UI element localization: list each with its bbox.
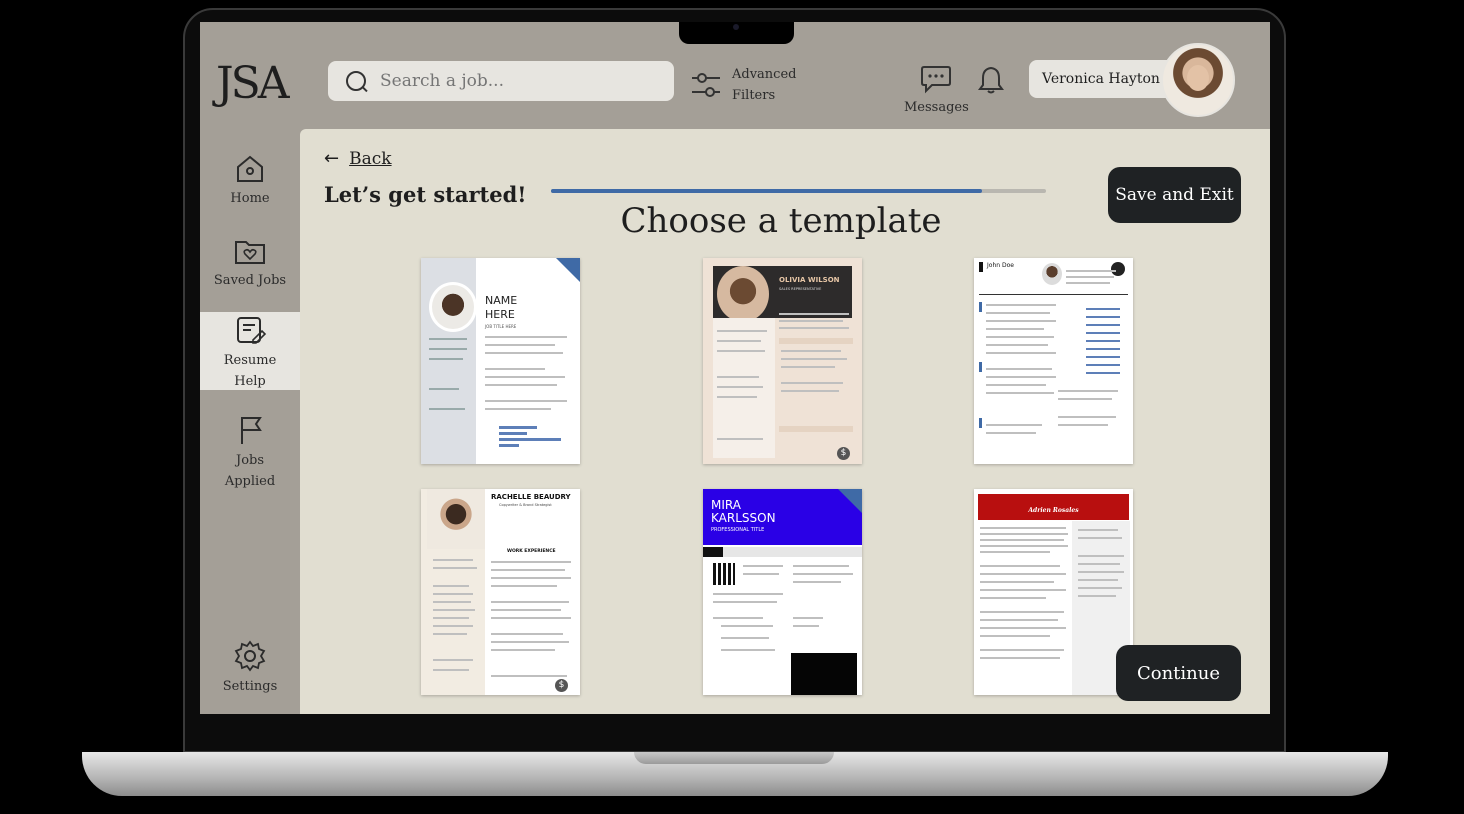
template-card-5[interactable]: MIRA KARLSSON PROFESSIONAL TITLE	[703, 489, 862, 695]
sliders-icon	[692, 73, 720, 97]
advanced-filters-button[interactable]: Advanced Filters	[690, 64, 796, 106]
camera-icon	[733, 24, 739, 30]
resume-edit-icon	[237, 317, 267, 344]
template-card-2[interactable]: OLIVIA WILSON SALES REPRESENTATIVE $	[703, 258, 862, 464]
flag-icon	[241, 417, 262, 444]
heart-folder-icon	[235, 241, 265, 264]
sidebar-item-label: Home	[230, 191, 270, 206]
main-panel: ← Back Let’s get started! Save and Exit …	[300, 129, 1270, 714]
back-label: Back	[349, 148, 392, 169]
gear-icon	[234, 640, 266, 672]
template-subtitle: SALES REPRESENTATIVE	[779, 287, 822, 291]
sidebar-item-label: Settings	[222, 679, 278, 694]
template-name-line1: NAME	[485, 294, 518, 307]
dollar-badge-icon: $	[555, 679, 568, 692]
laptop-base-notch	[634, 752, 834, 764]
back-link[interactable]: ← Back	[324, 148, 392, 169]
template-card-6[interactable]: Adrien Rosales	[974, 489, 1133, 695]
progress-fill	[551, 189, 982, 193]
template-name: RACHELLE BEAUDRY	[491, 493, 571, 501]
filters-label-line2: Filters	[732, 88, 776, 103]
avatar[interactable]	[1161, 43, 1235, 117]
template-subtitle: Copywriter & Brand Strategist	[499, 503, 552, 507]
notifications-button[interactable]	[976, 65, 1006, 99]
messages-label: Messages	[904, 100, 969, 115]
zoom-icon	[1111, 262, 1125, 276]
template-section-title: WORK EXPERIENCE	[507, 549, 556, 554]
premium-badge-icon	[838, 489, 862, 513]
app-screen: JSA Advanced Filters Messages Veronica H…	[200, 22, 1270, 714]
progress-bar	[551, 189, 1046, 193]
sidebar-item-label: Jobs	[235, 453, 265, 468]
user-name: Veronica Hayton	[1042, 71, 1160, 87]
template-name: John Doe	[987, 262, 1014, 269]
search-icon	[346, 71, 366, 91]
template-name-line2: HERE	[485, 308, 515, 321]
sidebar-item-resume-help[interactable]: Resume Help	[200, 312, 300, 390]
template-subtitle: PROFESSIONAL TITLE	[711, 527, 765, 533]
screen-bezel-bottom	[200, 714, 1270, 728]
sidebar-item-label: Resume	[223, 353, 277, 368]
home-icon	[237, 155, 263, 182]
template-name: Adrien Rosales	[1028, 507, 1079, 514]
template-subtitle: JOB TITLE HERE	[485, 324, 517, 329]
template-name-line2: KARLSSON	[711, 511, 776, 525]
sidebar-item-label: Applied	[224, 474, 276, 489]
template-card-3[interactable]: John Doe	[974, 258, 1133, 464]
sidebar-item-saved-jobs[interactable]: Saved Jobs	[200, 236, 300, 292]
search-bar[interactable]	[328, 61, 674, 101]
template-card-4[interactable]: RACHELLE BEAUDRY Copywriter & Brand Stra…	[421, 489, 580, 695]
premium-badge-icon	[556, 258, 580, 282]
sidebar-item-home[interactable]: Home	[200, 154, 300, 210]
sidebar-item-jobs-applied[interactable]: Jobs Applied	[200, 414, 300, 489]
template-card-1[interactable]: NAME HERE JOB TITLE HERE	[421, 258, 580, 464]
sidebar-item-label: Help	[234, 374, 266, 389]
bell-icon	[978, 66, 1004, 94]
sidebar-item-label: Saved Jobs	[213, 273, 287, 288]
arrow-left-icon: ←	[324, 148, 340, 169]
template-photo	[429, 282, 477, 332]
user-profile-button[interactable]: Veronica Hayton	[1029, 60, 1179, 98]
section-heading: Choose a template	[620, 201, 942, 241]
messages-button[interactable]: Messages	[904, 64, 969, 115]
search-input[interactable]	[378, 70, 662, 92]
filters-label-line1: Advanced	[732, 67, 797, 82]
chat-bubble-icon	[921, 66, 952, 94]
continue-button[interactable]: Continue	[1116, 645, 1241, 701]
dollar-badge-icon: $	[837, 447, 850, 460]
template-name: OLIVIA WILSON	[779, 276, 840, 284]
app-logo[interactable]: JSA	[216, 58, 290, 109]
sidebar-item-settings[interactable]: Settings	[200, 640, 300, 694]
